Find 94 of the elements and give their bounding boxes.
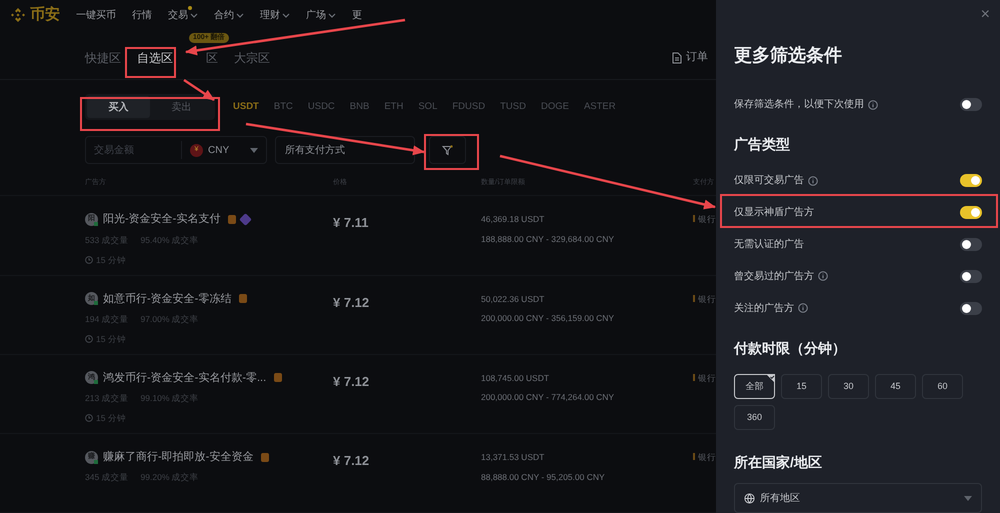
time-option[interactable]: 30 <box>828 374 869 400</box>
available-amount: 13,371.53 USDT <box>481 450 546 464</box>
order-limit: 188,888.00 CNY - 329,684.00 CNY <box>481 233 616 246</box>
caret-icon <box>282 12 290 18</box>
payment-method: 银行 <box>698 292 716 306</box>
toggle-switch[interactable] <box>960 206 982 220</box>
available-amount: 108,745.00 USDT <box>481 372 550 384</box>
order-limit: 88,888.00 CNY - 95,205.00 CNY <box>481 470 606 484</box>
shield-badge-icon <box>274 373 282 382</box>
shield-badge-icon <box>228 215 236 224</box>
advertiser-name[interactable]: 如意币行-资金安全-零冻结 <box>103 290 232 308</box>
payment-method: 银行 <box>698 372 716 384</box>
price: ¥ 7.12 <box>333 452 370 470</box>
document-icon <box>672 52 682 64</box>
clock-icon <box>85 256 93 264</box>
payment-method: 银行 <box>698 450 716 464</box>
nav-link[interactable]: 合约 <box>214 8 244 23</box>
caret-icon <box>328 12 336 18</box>
option-label: 保存筛选条件，以便下次使用 <box>734 98 864 112</box>
nav-link[interactable]: 一键买币 <box>76 8 116 23</box>
available-amount: 50,022.36 USDT <box>481 292 546 306</box>
clock-icon <box>85 414 93 422</box>
completion-rate: 95.40% 成交率 <box>140 234 199 247</box>
info-icon <box>798 303 808 314</box>
completion-rate: 99.20% 成交率 <box>140 471 199 484</box>
time-option[interactable]: 15 <box>781 374 822 400</box>
filter-icon <box>442 144 453 156</box>
payment-marker <box>693 374 695 381</box>
info-icon <box>868 100 878 110</box>
coin-tab[interactable]: USDT <box>233 100 259 115</box>
caret-icon <box>250 148 258 153</box>
payment-select[interactable]: 所有支付方式 <box>275 136 415 164</box>
nav-link[interactable]: 行情 <box>132 8 152 23</box>
time-option[interactable]: 45 <box>875 374 916 400</box>
payment-marker <box>693 452 695 460</box>
price: ¥ 7.12 <box>333 294 370 312</box>
toggle-switch[interactable] <box>960 238 982 251</box>
section-title: 所在国家/地区 <box>734 453 823 472</box>
caret-icon <box>236 12 244 18</box>
logo-icon <box>10 7 26 24</box>
time-option[interactable]: 全部 <box>734 374 775 400</box>
payment-marker <box>693 294 695 302</box>
nav-link[interactable]: 交易 <box>168 8 198 23</box>
payment-time: 15 分钟 <box>96 412 126 425</box>
shield-badge-icon <box>239 294 248 304</box>
toggle-switch[interactable] <box>960 302 982 315</box>
annotation-box <box>424 134 479 170</box>
globe-icon <box>744 492 755 504</box>
time-option[interactable]: 60 <box>922 374 963 400</box>
logo-text[interactable]: 币安 <box>30 4 60 27</box>
check-icon <box>766 374 775 384</box>
option-label: 关注的广告方 <box>734 302 794 316</box>
side-tab[interactable]: 买入 <box>87 96 150 118</box>
advertiser-name[interactable]: 鸿发币行-资金安全-实名付款-零... <box>103 370 266 386</box>
completion-rate: 99.10% 成交率 <box>140 392 199 405</box>
section-title: 付款时限（分钟） <box>734 339 847 358</box>
shield-badge-icon <box>261 452 270 462</box>
caret-icon <box>964 496 972 501</box>
toggle-switch[interactable] <box>960 270 982 283</box>
clock-icon <box>85 335 93 344</box>
payment-time: 15 分钟 <box>96 254 126 266</box>
option-label: 仅显示神盾广告方 <box>734 206 814 220</box>
toggle-switch[interactable] <box>960 174 982 188</box>
order-limit: 200,000.00 CNY - 356,159.00 CNY <box>481 312 616 326</box>
filter-button[interactable] <box>429 136 466 164</box>
nav-link[interactable]: 理财 <box>260 8 290 23</box>
price: ¥ 7.12 <box>333 372 370 391</box>
payment-time: 15 分钟 <box>96 332 126 346</box>
available-amount: 46,369.18 USDT <box>481 213 546 226</box>
region-select[interactable]: 所有地区 <box>734 483 982 513</box>
panel-title: 更多筛选条件 <box>734 44 843 67</box>
nav-link[interactable]: 更 <box>352 8 362 23</box>
annotation-arrow <box>183 78 215 102</box>
price: ¥ 7.11 <box>333 214 370 232</box>
option-label: 无需认证的广告 <box>734 238 804 252</box>
time-option[interactable]: 360 <box>734 405 775 430</box>
info-icon <box>808 176 818 186</box>
annotation-box <box>125 47 176 78</box>
option-label: 曾交易过的广告方 <box>734 270 814 284</box>
zone-tab[interactable]: 自选区 <box>137 48 173 67</box>
nav-link[interactable]: 广场 <box>306 8 336 23</box>
toggle-switch[interactable] <box>960 98 982 112</box>
completion-rate: 97.00% 成交率 <box>140 313 199 326</box>
order-limit: 200,000.00 CNY - 774,264.00 CNY <box>481 391 616 404</box>
info-icon <box>818 271 828 282</box>
section-title: 广告类型 <box>734 134 791 154</box>
orders-link[interactable]: 订单 <box>672 49 708 66</box>
option-label: 仅限可交易广告 <box>734 174 804 188</box>
caret-icon <box>190 12 198 18</box>
payment-marker <box>693 215 695 222</box>
advertiser-name[interactable]: 赚麻了商行-即拍即放-安全资金 <box>103 448 254 466</box>
buy-sell-switch[interactable]: 买入 卖出 <box>85 94 215 120</box>
payment-method: 银行 <box>698 213 716 226</box>
advertiser-name[interactable]: 阳光-资金安全-实名支付 <box>103 211 220 228</box>
